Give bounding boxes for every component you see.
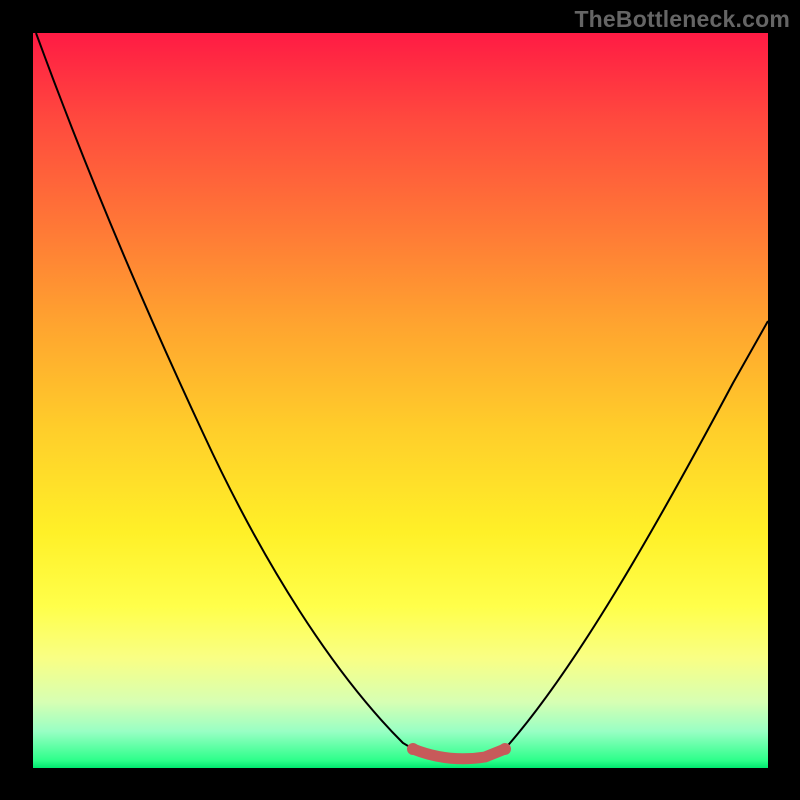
chart-plot-area — [33, 33, 768, 768]
optimal-region-marker — [413, 749, 505, 759]
curve-left-branch — [36, 33, 428, 758]
bottleneck-curve — [33, 33, 768, 768]
optimal-region-start-dot — [407, 743, 419, 755]
curve-right-branch — [503, 321, 768, 751]
watermark-label: TheBottleneck.com — [574, 6, 790, 33]
optimal-region-end-dot — [499, 743, 511, 755]
